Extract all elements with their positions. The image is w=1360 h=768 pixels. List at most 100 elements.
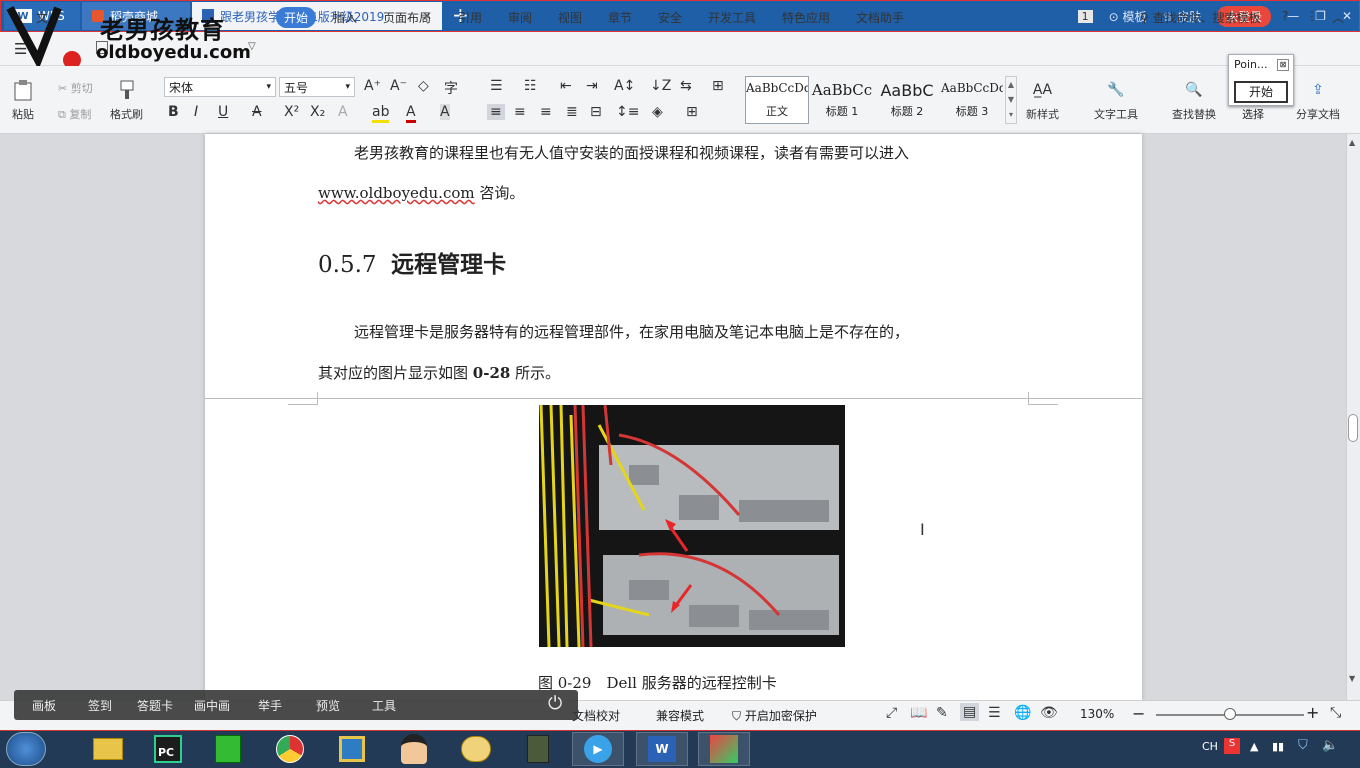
clear-format-icon[interactable]: ◇ bbox=[418, 78, 429, 94]
tray-arrow-icon[interactable]: ▲ bbox=[1250, 740, 1258, 753]
paint-icon[interactable] bbox=[450, 732, 502, 766]
encrypt-button[interactable]: ⛉ 开启加密保护 bbox=[732, 707, 817, 724]
menu-special[interactable]: 特色应用 bbox=[782, 9, 830, 26]
page-view-icon[interactable]: ▤ bbox=[960, 703, 980, 721]
recorder-icon[interactable] bbox=[512, 732, 564, 766]
new-style-button[interactable]: A̲A 新样式 bbox=[1026, 78, 1059, 122]
numbering-icon[interactable]: ☷ bbox=[524, 78, 537, 94]
font-size-select[interactable]: 五号 ▾ bbox=[279, 77, 355, 97]
font-color-icon[interactable]: A bbox=[406, 104, 416, 123]
styles-scroll[interactable]: ▲ ▼ ▾ bbox=[1005, 76, 1017, 124]
popup-close-icon[interactable]: ⊠ bbox=[1277, 59, 1289, 71]
grow-font-icon[interactable]: A⁺ bbox=[364, 78, 381, 94]
fullscreen-icon[interactable]: ⤢ bbox=[886, 705, 897, 721]
style-normal[interactable]: AaBbCcDd 正文 bbox=[745, 76, 809, 124]
read-mode-icon[interactable]: 📖 bbox=[910, 705, 927, 721]
popup-start-button[interactable]: 开始 bbox=[1234, 81, 1288, 103]
increase-indent-icon[interactable]: ⇥ bbox=[586, 78, 598, 94]
security-tray-icon[interactable]: ⛉ bbox=[1298, 738, 1308, 753]
outline-view-icon[interactable]: ☰ bbox=[988, 705, 1001, 721]
find-replace-button[interactable]: 🔍 查找替换 bbox=[1172, 78, 1216, 122]
paste-button[interactable]: 粘贴 bbox=[10, 78, 36, 122]
char-shading-icon[interactable]: A bbox=[440, 104, 450, 120]
vm-icon[interactable] bbox=[326, 732, 378, 766]
text-effect-icon[interactable]: A bbox=[338, 104, 348, 120]
media-player-icon[interactable]: ▶ bbox=[572, 732, 624, 766]
toolbar-answer-card[interactable]: 答题卡 bbox=[137, 697, 173, 714]
menu-review[interactable]: 审阅 bbox=[508, 9, 532, 26]
text-direction-icon[interactable]: A↕ bbox=[614, 78, 635, 94]
align-center-icon[interactable]: ≡ bbox=[514, 104, 526, 120]
proofread-button[interactable]: 文档校对 bbox=[572, 707, 620, 724]
presentation-app-icon[interactable] bbox=[698, 732, 750, 766]
bold-icon[interactable]: B bbox=[168, 104, 179, 120]
zoom-in-icon[interactable]: + bbox=[1306, 703, 1319, 722]
sort-icon[interactable]: ↓Z bbox=[650, 78, 671, 94]
shrink-font-icon[interactable]: A⁻ bbox=[390, 78, 407, 94]
line-spacing-icon[interactable]: ↕≡ bbox=[616, 104, 639, 120]
shading-icon[interactable]: ◈ bbox=[652, 104, 663, 120]
subscript-icon[interactable]: X₂ bbox=[310, 104, 325, 120]
align-right-icon[interactable]: ≡ bbox=[540, 104, 552, 120]
notepad-icon[interactable] bbox=[202, 732, 254, 766]
window-count-badge[interactable]: 1 bbox=[1077, 9, 1093, 23]
explorer-icon[interactable] bbox=[82, 732, 134, 766]
menu-page-layout[interactable]: 页面布局 bbox=[383, 9, 431, 26]
fit-page-icon[interactable]: ⤡ bbox=[1330, 705, 1341, 721]
phonetic-icon[interactable]: 字 bbox=[444, 78, 458, 98]
cut-button[interactable]: ✂ 剪切 bbox=[58, 80, 93, 96]
wps-writer-icon[interactable]: W bbox=[636, 732, 688, 766]
scroll-up-icon[interactable]: ▲ bbox=[1349, 138, 1355, 147]
format-painter-button[interactable]: 格式刷 bbox=[110, 78, 143, 122]
toolbar-sign-in[interactable]: 签到 bbox=[88, 697, 112, 714]
more-icon[interactable]: ⋮ bbox=[1306, 9, 1318, 23]
table-layout-icon[interactable]: ⊞ bbox=[712, 78, 724, 94]
vertical-scrollbar[interactable]: ▲ ▼ bbox=[1346, 134, 1360, 700]
strikethrough-icon[interactable]: A bbox=[252, 104, 262, 120]
collapse-ribbon-icon[interactable]: ︿ bbox=[1332, 9, 1344, 26]
help-icon[interactable]: ? bbox=[1282, 9, 1288, 23]
italic-icon[interactable]: I bbox=[194, 104, 198, 120]
zoom-out-icon[interactable]: − bbox=[1132, 704, 1145, 723]
menu-chapter[interactable]: 章节 bbox=[608, 9, 632, 26]
style-heading-3[interactable]: AaBbCcDd 标题 3 bbox=[940, 76, 1004, 124]
share-doc-button[interactable]: ⇪ 分享文档 bbox=[1296, 78, 1340, 122]
underline-icon[interactable]: U bbox=[218, 104, 228, 120]
menu-security[interactable]: 安全 bbox=[658, 9, 682, 26]
avatar-app-icon[interactable] bbox=[388, 732, 440, 766]
toolbar-whiteboard[interactable]: 画板 bbox=[32, 697, 56, 714]
toolbar-tools[interactable]: 工具 bbox=[372, 697, 396, 714]
menu-doc-assistant[interactable]: 文档助手 bbox=[856, 9, 904, 26]
web-view-icon[interactable]: 🌐 bbox=[1014, 705, 1031, 721]
menu-insert[interactable]: 插入 bbox=[333, 9, 357, 26]
ime-icon[interactable]: S bbox=[1224, 738, 1240, 754]
bullets-icon[interactable]: ☰ bbox=[490, 78, 503, 94]
zoom-level[interactable]: 130% bbox=[1080, 707, 1114, 721]
zoom-slider-handle[interactable] bbox=[1224, 708, 1236, 720]
align-left-icon[interactable]: ≡ bbox=[487, 104, 505, 120]
network-icon[interactable]: ▮▮ bbox=[1272, 740, 1284, 753]
input-language[interactable]: CH bbox=[1202, 740, 1218, 753]
toolbar-raise-hand[interactable]: 举手 bbox=[258, 697, 282, 714]
font-name-select[interactable]: 宋体 ▾ bbox=[164, 77, 276, 97]
menu-view[interactable]: 视图 bbox=[558, 9, 582, 26]
volume-icon[interactable]: 🔈 bbox=[1322, 738, 1338, 753]
decrease-indent-icon[interactable]: ⇤ bbox=[560, 78, 572, 94]
show-marks-icon[interactable]: ⇆ bbox=[680, 78, 692, 94]
write-mode-icon[interactable]: ✎ bbox=[936, 705, 948, 721]
server-rack-photo[interactable] bbox=[539, 405, 845, 647]
text-tools-button[interactable]: 🔧 文字工具 bbox=[1094, 78, 1138, 122]
eye-protect-icon[interactable]: 👁 bbox=[1040, 705, 1058, 721]
select-button[interactable]: 选择 bbox=[1242, 106, 1264, 122]
distribute-icon[interactable]: ⊟ bbox=[590, 104, 602, 120]
start-button-icon[interactable] bbox=[6, 732, 46, 766]
highlight-icon[interactable]: ab bbox=[372, 104, 390, 123]
superscript-icon[interactable]: X² bbox=[284, 104, 299, 120]
toolbar-pip[interactable]: 画中画 bbox=[194, 697, 230, 714]
menu-references[interactable]: 引用 bbox=[458, 9, 482, 26]
command-search[interactable]: ⚲ 查找命令、搜索模板 bbox=[1140, 9, 1261, 26]
chrome-icon[interactable] bbox=[264, 732, 316, 766]
menu-start[interactable]: 开始 bbox=[276, 7, 317, 28]
style-heading-1[interactable]: AaBbCc 标题 1 bbox=[810, 76, 874, 124]
scroll-down-icon[interactable]: ▼ bbox=[1349, 674, 1355, 683]
